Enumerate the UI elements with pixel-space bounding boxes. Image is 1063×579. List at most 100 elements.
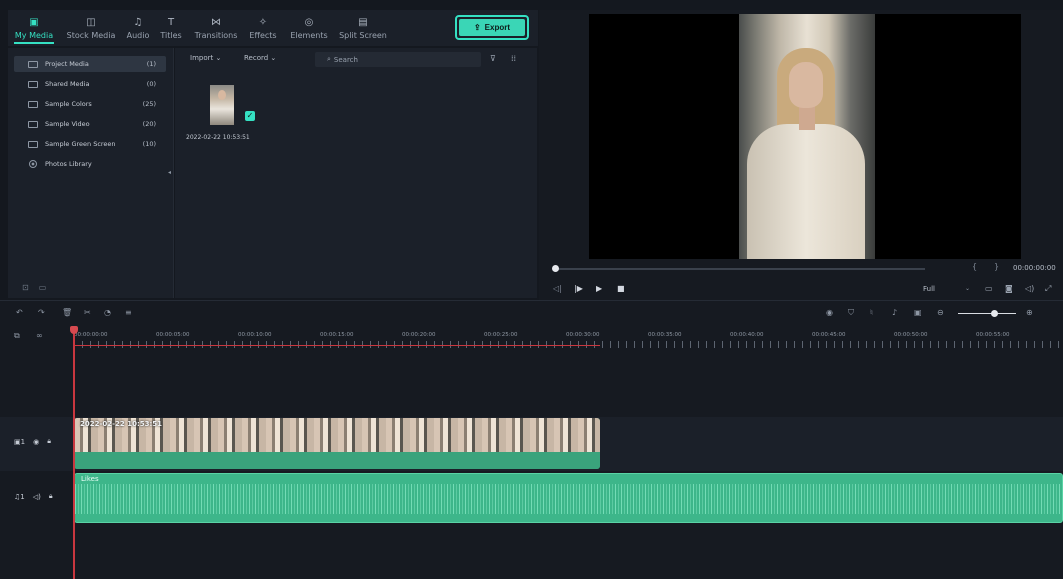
tab-label: Transitions [194, 30, 238, 40]
sidebar-item-project-media[interactable]: Project Media (1) [14, 56, 166, 72]
grid-view-icon[interactable]: ⁞⁞ [511, 54, 516, 63]
render-icon[interactable]: ◉ [826, 308, 833, 317]
preview-scrub-bar[interactable] [555, 268, 925, 270]
filter-icon[interactable]: ⊽ [490, 54, 496, 63]
preview-timecode: 00:00:00:00 [1013, 264, 1056, 272]
display-icon[interactable]: ▭ [985, 284, 993, 293]
timeline-zoom-slider[interactable] [958, 313, 1016, 314]
collapse-arrow-icon[interactable]: ◂ [168, 169, 171, 176]
video-track-header: ▣1 ◉ 🔒︎ [14, 437, 51, 446]
sidebar-item-sample-video[interactable]: Sample Video (20) [14, 116, 166, 132]
adjust-icon[interactable]: ≡ [125, 308, 132, 317]
timeline-ruler[interactable]: 00:00:00:00 00:00:05:00 00:00:10:00 00:0… [74, 329, 1063, 349]
playhead[interactable] [73, 327, 75, 579]
audio-track-icon: ♫1 [14, 492, 25, 501]
sidebar-item-label: Shared Media [45, 80, 90, 88]
add-track-icon[interactable]: ⧉ [14, 331, 20, 341]
export-button[interactable]: ⇪ Export [455, 15, 529, 40]
link-icon[interactable]: ∞ [36, 331, 43, 340]
sidebar-item-count: (25) [142, 100, 156, 108]
video-clip[interactable]: 2022-02-22 10:53:51 [74, 418, 600, 469]
redo-icon[interactable]: ↷ [38, 308, 45, 317]
audio-icon: ♫ [133, 16, 143, 28]
zoom-out-icon[interactable]: ⊖ [937, 308, 944, 317]
video-clip-title: 2022-02-22 10:53:51 [80, 420, 163, 428]
tab-audio[interactable]: ♫ Audio [122, 10, 154, 46]
mark-in-icon[interactable]: { [972, 262, 977, 271]
sidebar-item-photos-library[interactable]: Photos Library [14, 156, 166, 172]
ruler-tick-label: 00:00:15:00 [320, 332, 354, 338]
preview-zoom-select[interactable]: Full [923, 285, 935, 293]
sidebar-item-shared-media[interactable]: Shared Media (0) [14, 76, 166, 92]
mark-out-icon[interactable]: } [994, 262, 999, 271]
sidebar-item-sample-colors[interactable]: Sample Colors (25) [14, 96, 166, 112]
zoom-in-icon[interactable]: ⊕ [1026, 308, 1033, 317]
folder-icon [28, 80, 38, 88]
sidebar-item-count: (0) [146, 80, 156, 88]
preview-panel: { } 00:00:00:00 ◁| |▶ ▶ ■ Full ⌄ ▭ ◙ ◁) … [539, 10, 1063, 300]
tab-stock-media[interactable]: ◫ Stock Media [62, 10, 120, 46]
previous-frame-icon[interactable]: ◁| [553, 284, 562, 293]
split-screen-icon: ▤ [358, 16, 368, 28]
preview-scrub-handle[interactable] [552, 265, 559, 272]
media-thumbnail[interactable] [210, 85, 234, 125]
sidebar-item-label: Sample Colors [45, 100, 92, 108]
shield-icon[interactable]: ⛉ [848, 308, 854, 318]
tab-split-screen[interactable]: ▤ Split Screen [336, 10, 390, 46]
fullscreen-icon[interactable]: ⤢ [1045, 284, 1051, 294]
folder-icon [28, 100, 38, 108]
ruler-tick-label: 00:00:40:00 [730, 332, 764, 338]
microphone-icon[interactable]: ♮ [870, 308, 873, 317]
preview-video-frame [739, 14, 875, 259]
delete-icon[interactable]: 🗑 [62, 308, 72, 317]
tab-elements[interactable]: ◎ Elements [286, 10, 332, 46]
volume-icon[interactable]: ◁) [1025, 284, 1034, 293]
media-toolbar: Import ⌄ Record ⌄ ⌕ Search ⊽ ⁞⁞ [175, 50, 537, 70]
tab-effects[interactable]: ✧ Effects [244, 10, 282, 46]
new-folder-icon[interactable]: ⊡ [22, 283, 29, 292]
ruler-tick-label: 00:00:10:00 [238, 332, 272, 338]
elements-icon: ◎ [304, 16, 314, 28]
tab-label: Stock Media [66, 30, 116, 40]
snapshot-icon[interactable]: ◙ [1005, 284, 1013, 293]
sidebar-footer: ⊡ ▭ [22, 283, 46, 292]
chevron-down-icon[interactable]: ⌄ [965, 285, 970, 292]
ruler-tick-label: 00:00:20:00 [402, 332, 436, 338]
lock-icon[interactable]: 🔒︎ [49, 492, 53, 501]
cut-icon[interactable]: ✂ [84, 308, 91, 317]
transitions-icon: ⋈ [211, 16, 221, 28]
voiceover-icon[interactable]: ♪ [892, 308, 897, 317]
record-dropdown[interactable]: Record ⌄ [244, 54, 276, 62]
speed-icon[interactable]: ◔ [104, 308, 111, 317]
tab-transitions[interactable]: ⋈ Transitions [190, 10, 242, 46]
import-dropdown[interactable]: Import ⌄ [190, 54, 221, 62]
eye-icon[interactable]: ◉ [33, 438, 39, 446]
folder-outline-icon[interactable]: ▭ [39, 283, 47, 292]
play-icon[interactable]: ▶ [596, 284, 602, 293]
audio-clip-title: Likes [81, 475, 99, 483]
speaker-icon[interactable]: ◁) [33, 493, 41, 501]
photos-icon [29, 160, 37, 168]
sidebar-item-sample-green-screen[interactable]: Sample Green Screen (10) [14, 136, 166, 152]
search-input[interactable]: ⌕ Search [315, 52, 481, 67]
timeline-zoom-handle[interactable] [991, 310, 998, 317]
tab-my-media[interactable]: ▣ My Media [8, 10, 60, 46]
step-forward-icon[interactable]: |▶ [574, 284, 583, 293]
video-clip-audio [74, 452, 600, 469]
subtitle-icon[interactable]: ▣ [914, 308, 922, 317]
added-check-icon: ✓ [245, 111, 255, 121]
undo-icon[interactable]: ↶ [16, 308, 23, 317]
lock-icon[interactable]: 🔒︎ [47, 437, 51, 446]
audio-clip[interactable]: Likes [74, 473, 1063, 523]
stop-icon[interactable]: ■ [617, 284, 625, 293]
tab-label: My Media [14, 30, 54, 40]
sidebar-item-label: Sample Green Screen [45, 140, 116, 148]
sidebar-item-label: Sample Video [45, 120, 90, 128]
media-sidebar: Project Media (1) Shared Media (0) Sampl… [8, 48, 174, 298]
tab-label: Split Screen [339, 30, 387, 40]
tab-titles[interactable]: T Titles [156, 10, 186, 46]
ruler-tick-label: 00:00:05:00 [156, 332, 190, 338]
audio-waveform [75, 484, 1062, 514]
playhead-handle[interactable] [70, 326, 78, 334]
sidebar-item-label: Photos Library [45, 160, 92, 168]
